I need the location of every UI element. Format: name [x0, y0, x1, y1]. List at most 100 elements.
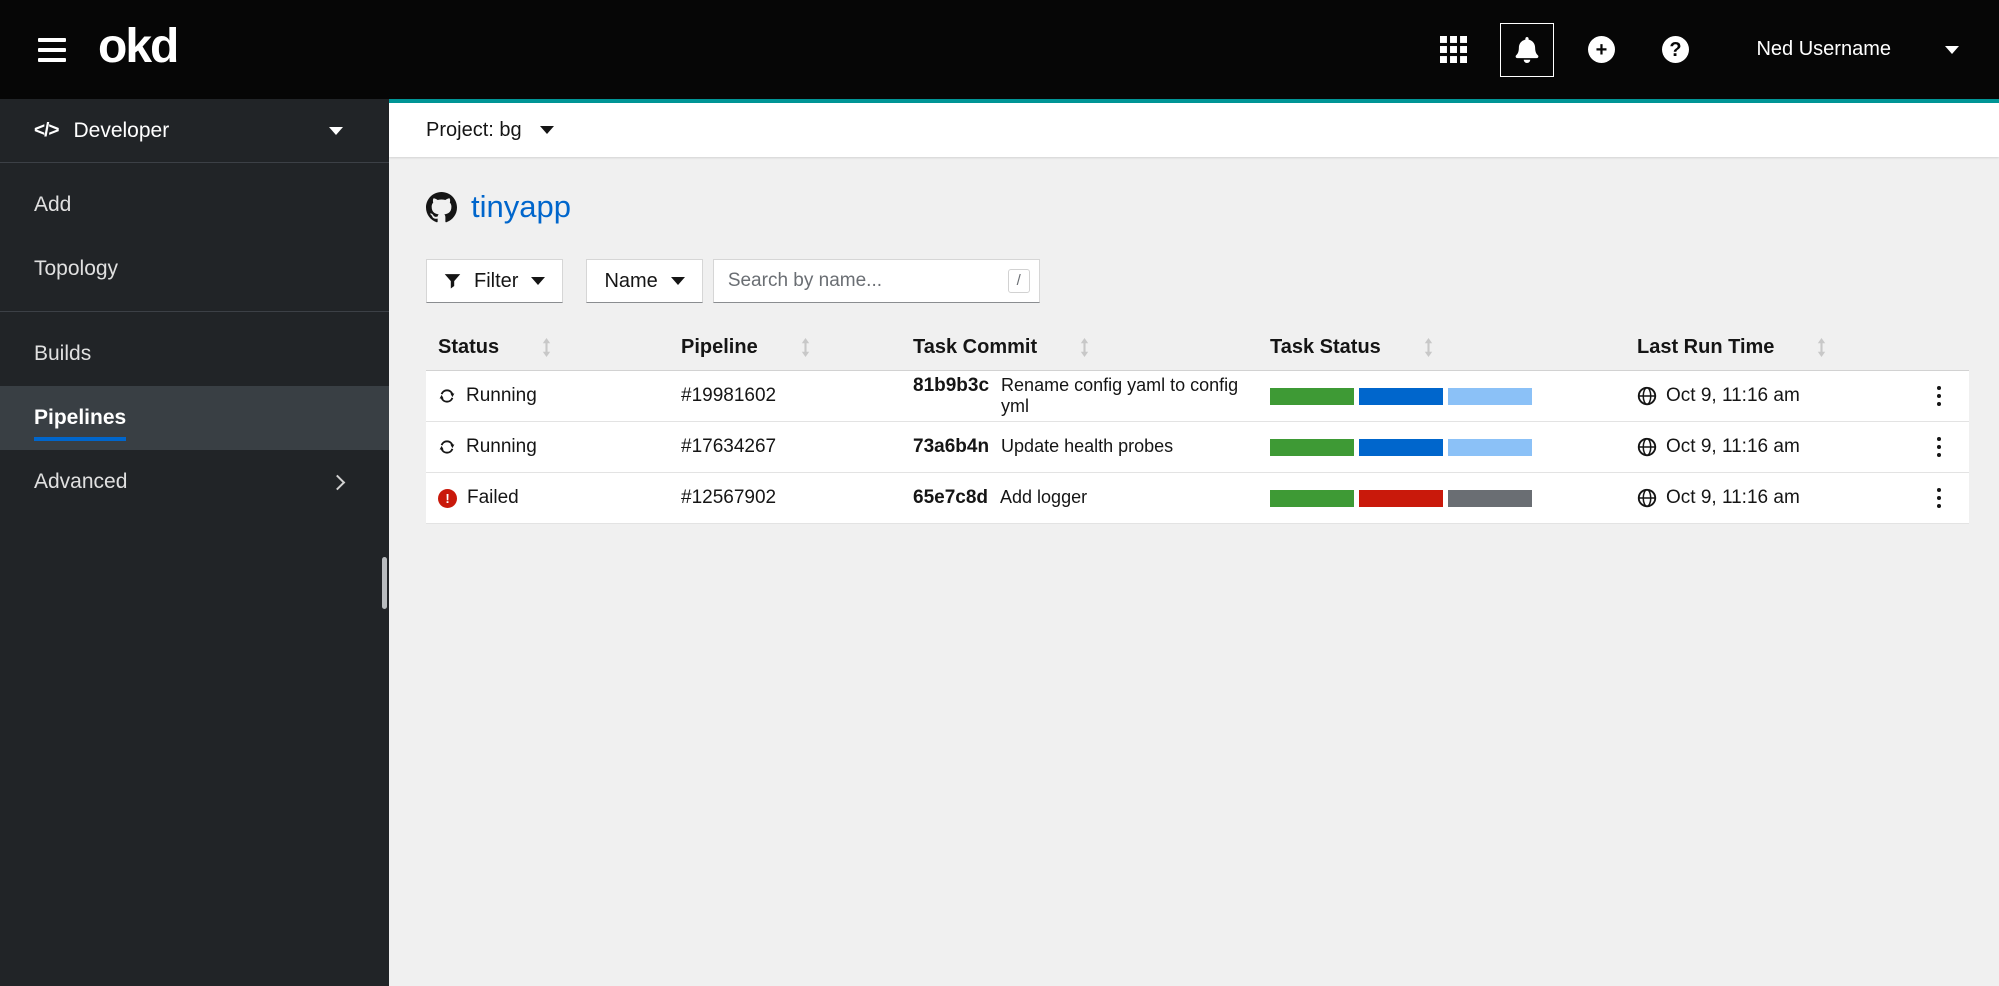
sidebar-item-label: Pipelines: [34, 406, 127, 429]
chevron-right-icon: [329, 474, 346, 490]
perspective-label: Developer: [73, 118, 170, 142]
chevron-down-icon: [670, 277, 685, 285]
last-run-time: Oct 9, 11:16 am: [1666, 436, 1800, 457]
task-bar: [1270, 438, 1354, 456]
column-header-task-commit[interactable]: Task Commit: [913, 336, 1270, 359]
last-run-time: Oct 9, 11:16 am: [1666, 385, 1800, 406]
column-header-pipeline[interactable]: Pipeline: [681, 336, 913, 359]
menu-toggle-icon[interactable]: [36, 32, 68, 68]
main-content: Project: bg tinyapp Filter Name Search b…: [389, 99, 1999, 986]
sidebar-item-add[interactable]: Add: [0, 173, 389, 237]
status-text: Failed: [467, 487, 519, 508]
last-run-cell: Oct 9, 11:16 am: [1637, 436, 1909, 458]
kebab-menu-icon[interactable]: [1931, 431, 1948, 464]
page-body: tinyapp Filter Name / Status: [389, 157, 1999, 524]
notifications-button[interactable]: [1500, 22, 1555, 77]
table-row: Running #19981602 81b9b3c Rename config …: [426, 371, 1969, 422]
kebab-menu-icon[interactable]: [1931, 482, 1948, 515]
last-run-cell: Oct 9, 11:16 am: [1637, 487, 1909, 509]
sidebar-item-label: Advanced: [34, 470, 128, 493]
active-indicator: [34, 437, 126, 441]
filter-dropdown[interactable]: Filter: [426, 259, 564, 303]
plus-circle-icon: +: [1587, 36, 1615, 63]
column-header-status[interactable]: Status: [426, 336, 681, 359]
task-status-bars: [1270, 489, 1637, 507]
commit-hash[interactable]: 73a6b4n: [913, 436, 989, 458]
filter-label: Filter: [474, 269, 519, 292]
app-launcher-icon[interactable]: [1426, 23, 1480, 77]
masthead: okd + ? Ned Username: [0, 0, 1999, 99]
commit-message: Rename config yaml to config yml: [1001, 375, 1239, 416]
sidebar-item-pipelines[interactable]: Pipelines: [0, 386, 389, 450]
masthead-right: + ? Ned Username: [1416, 22, 1959, 77]
table-header-row: Status Pipeline Task Commit Task Status …: [426, 325, 1969, 371]
user-menu[interactable]: Ned Username: [1756, 38, 1959, 61]
status-text: Running: [466, 385, 537, 406]
task-bar: [1270, 387, 1354, 405]
sidebar-group-top: Add Topology: [0, 163, 389, 311]
pipeline-id[interactable]: #19981602: [681, 385, 913, 407]
commit-message: Add logger: [1000, 487, 1088, 507]
bell-icon: [1516, 36, 1539, 63]
task-status-bars: [1270, 438, 1637, 456]
chevron-down-icon: [539, 126, 554, 134]
task-bar: [1359, 387, 1443, 405]
sidebar-item-label: Builds: [34, 342, 92, 365]
user-name: Ned Username: [1756, 38, 1891, 60]
perspective-switcher[interactable]: </> Developer: [0, 99, 389, 163]
task-bar: [1359, 438, 1443, 456]
task-commit-cell: 65e7c8d Add logger: [913, 487, 1270, 509]
pipeline-table: Status Pipeline Task Commit Task Status …: [426, 325, 1969, 524]
sidebar-item-builds[interactable]: Builds: [0, 322, 389, 386]
sort-icon: [1424, 338, 1432, 357]
sort-icon: [801, 338, 809, 357]
grid-icon: [1439, 36, 1467, 63]
task-bar: [1359, 489, 1443, 507]
task-bar: [1270, 489, 1354, 507]
sidebar-scrollbar[interactable]: [382, 557, 387, 609]
kebab-menu-icon[interactable]: [1931, 380, 1948, 413]
search-field-wrap: /: [712, 259, 1040, 303]
last-run-cell: Oct 9, 11:16 am: [1637, 385, 1909, 407]
table-row: Failed #12567902 65e7c8d Add logger: [426, 473, 1969, 524]
project-label: Project: bg: [426, 118, 522, 141]
github-icon: [426, 191, 457, 222]
sidebar-item-label: Topology: [34, 257, 119, 280]
sidebar-item-topology[interactable]: Topology: [0, 237, 389, 301]
sort-icon: [1818, 338, 1826, 357]
column-header-task-status[interactable]: Task Status: [1270, 336, 1637, 359]
task-commit-cell: 81b9b3c Rename config yaml to config yml: [913, 375, 1270, 417]
task-bar: [1448, 489, 1532, 507]
commit-hash[interactable]: 81b9b3c: [913, 375, 989, 397]
status-text: Running: [466, 436, 537, 457]
pipeline-id[interactable]: #17634267: [681, 436, 913, 458]
column-header-last-run-time[interactable]: Last Run Time: [1637, 336, 1909, 359]
project-selector[interactable]: Project: bg: [389, 103, 1999, 157]
commit-hash[interactable]: 65e7c8d: [913, 487, 988, 509]
sidebar-item-label: Add: [34, 193, 72, 216]
sort-icon: [1080, 338, 1089, 357]
globe-icon: [1637, 437, 1657, 457]
globe-icon: [1637, 488, 1657, 508]
sidebar-item-advanced[interactable]: Advanced: [0, 450, 389, 514]
status-cell: Running: [426, 385, 681, 407]
sync-running-icon: [439, 440, 455, 454]
pipeline-id[interactable]: #12567902: [681, 487, 913, 509]
add-button[interactable]: +: [1574, 23, 1628, 77]
task-bar: [1448, 387, 1532, 405]
question-circle-icon: ?: [1661, 36, 1689, 63]
table-row: Running #17634267 73a6b4n Update health …: [426, 422, 1969, 473]
sort-icon: [542, 338, 551, 357]
code-icon: </>: [34, 119, 60, 141]
attribute-label: Name: [604, 269, 658, 292]
sidebar-group-bottom: Builds Pipelines Advanced: [0, 311, 389, 524]
okd-logo[interactable]: okd: [98, 22, 179, 77]
help-button[interactable]: ?: [1648, 23, 1702, 77]
task-status-bars: [1270, 387, 1637, 405]
page-title-row: tinyapp: [426, 189, 1969, 225]
commit-message: Update health probes: [1001, 436, 1174, 456]
page-title[interactable]: tinyapp: [471, 189, 571, 225]
last-run-time: Oct 9, 11:16 am: [1666, 487, 1800, 508]
attribute-dropdown[interactable]: Name: [586, 259, 703, 303]
search-input[interactable]: [712, 259, 1040, 303]
